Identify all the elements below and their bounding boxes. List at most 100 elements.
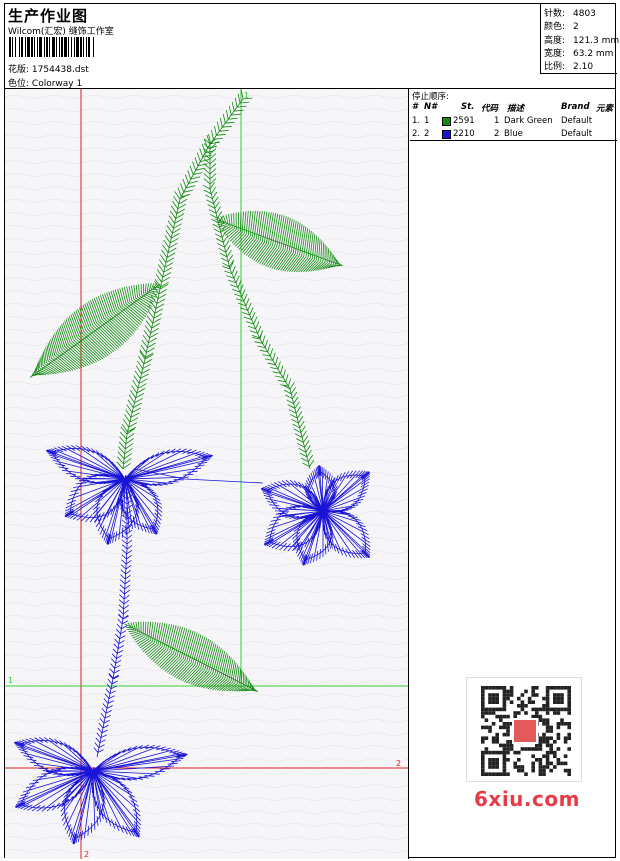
qr-module bbox=[488, 772, 492, 776]
qr-module bbox=[502, 758, 507, 762]
qr-module bbox=[542, 754, 546, 758]
qr-module bbox=[502, 707, 507, 712]
qr-module bbox=[484, 736, 489, 740]
qr-module bbox=[517, 696, 521, 701]
qr-module bbox=[553, 750, 557, 755]
qr-module bbox=[560, 707, 564, 712]
row-brand: Default bbox=[561, 116, 593, 126]
qr-module bbox=[531, 761, 535, 766]
qr-module bbox=[560, 722, 564, 726]
qr-module bbox=[567, 693, 571, 697]
colorway-label: 色位: bbox=[8, 79, 30, 89]
qr-module bbox=[538, 761, 543, 766]
qr-code-icon bbox=[481, 686, 571, 776]
guide-marker-bottom: 2 bbox=[84, 850, 89, 859]
qr-module bbox=[506, 714, 510, 719]
qr-module bbox=[542, 740, 546, 744]
qr-module bbox=[509, 693, 514, 697]
qr-module bbox=[553, 754, 557, 758]
qr-module bbox=[538, 714, 543, 719]
qr-module bbox=[542, 736, 546, 740]
col-description: 描述 bbox=[507, 104, 525, 114]
qr-module bbox=[560, 696, 564, 701]
qr-module bbox=[563, 761, 568, 766]
stat-width: 宽度: 63.2 mm bbox=[544, 46, 617, 59]
design-canvas: 1 1 2 2 bbox=[5, 89, 409, 859]
qr-module bbox=[538, 747, 543, 751]
qr-module bbox=[520, 693, 525, 697]
qr-module bbox=[545, 722, 550, 726]
qr-module bbox=[495, 740, 499, 744]
stat-label: 比例: bbox=[544, 62, 566, 73]
stat-value: 2 bbox=[573, 22, 579, 33]
qr-module bbox=[495, 758, 499, 762]
qr-module bbox=[499, 743, 503, 748]
qr-module bbox=[542, 707, 546, 712]
qr-module bbox=[513, 761, 517, 766]
qr-module bbox=[556, 736, 561, 740]
qr-module bbox=[488, 758, 492, 762]
qr-module bbox=[549, 747, 553, 751]
qr-module bbox=[545, 693, 550, 697]
qr-module bbox=[542, 722, 546, 726]
qr-module bbox=[502, 700, 507, 704]
qr-module bbox=[517, 750, 521, 755]
qr-module bbox=[495, 700, 499, 704]
qr-module bbox=[553, 765, 557, 769]
qr-module bbox=[517, 765, 521, 769]
qr-module bbox=[488, 711, 492, 715]
qr-module bbox=[481, 707, 485, 712]
qr-module bbox=[538, 772, 543, 776]
qr-module bbox=[502, 725, 507, 730]
design-file-line: 花版: 1754438.dst bbox=[8, 62, 89, 75]
qr-module bbox=[488, 750, 492, 755]
qr-module bbox=[556, 725, 561, 730]
qr-module bbox=[553, 696, 557, 701]
page-title: 生产作业图 bbox=[8, 7, 89, 25]
guide-marker-left: 1 bbox=[8, 676, 13, 685]
qr-module bbox=[542, 765, 546, 769]
color-swatch-blue bbox=[442, 130, 451, 139]
qr-module bbox=[535, 707, 539, 712]
qr-module bbox=[538, 718, 543, 722]
qr-module bbox=[520, 704, 525, 708]
qr-module bbox=[491, 700, 496, 704]
qr-module bbox=[549, 750, 553, 755]
qr-module bbox=[517, 768, 521, 773]
qr-module bbox=[542, 768, 546, 773]
qr-module bbox=[542, 704, 546, 708]
stat-value: 2.10 bbox=[573, 62, 594, 73]
qr-module bbox=[538, 768, 543, 773]
qr-module bbox=[524, 747, 528, 751]
row-code: 2 bbox=[494, 129, 500, 139]
qr-module bbox=[506, 722, 510, 726]
qr-module bbox=[502, 693, 507, 697]
row-code: 1 bbox=[494, 116, 500, 126]
qr-module bbox=[488, 765, 492, 769]
blue-stitch-layer bbox=[14, 444, 371, 845]
qr-module bbox=[563, 722, 568, 726]
qr-module bbox=[545, 754, 550, 758]
qr-module bbox=[553, 711, 557, 715]
qr-module bbox=[549, 725, 553, 730]
qr-module bbox=[531, 700, 535, 704]
qr-module bbox=[517, 704, 521, 708]
stat-label: 高度: bbox=[544, 35, 566, 46]
qr-module bbox=[502, 765, 507, 769]
qr-module bbox=[506, 750, 510, 755]
qr-module bbox=[560, 693, 564, 697]
qr-module bbox=[488, 693, 492, 697]
design-file-name: 1754438.dst bbox=[31, 65, 89, 75]
qr-module bbox=[506, 740, 510, 744]
qr-module bbox=[499, 725, 503, 730]
qr-module bbox=[545, 711, 550, 715]
qr-module bbox=[484, 750, 489, 755]
stat-colors: 颜色: 2 bbox=[544, 19, 617, 32]
qr-module bbox=[488, 725, 492, 730]
qr-module bbox=[524, 772, 528, 776]
qr-module bbox=[556, 686, 561, 690]
qr-module bbox=[567, 689, 571, 694]
qr-module bbox=[481, 693, 485, 697]
qr-module bbox=[495, 732, 499, 737]
qr-module bbox=[542, 696, 546, 701]
